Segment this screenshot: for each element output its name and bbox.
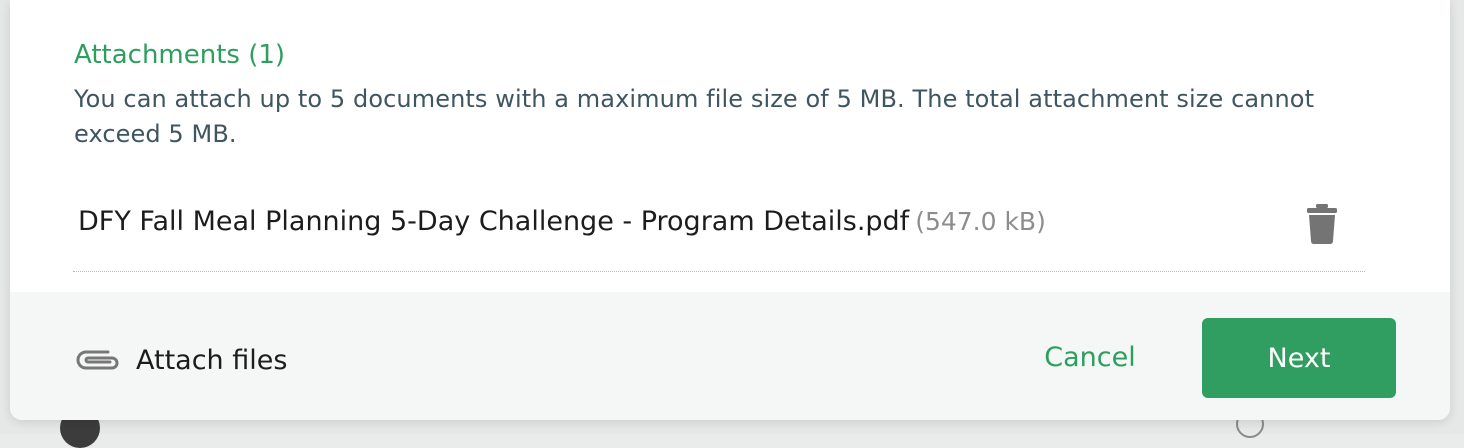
next-button[interactable]: Next: [1202, 318, 1396, 398]
trash-icon-graphic: [1307, 204, 1337, 244]
attach-files-label: Attach files: [136, 344, 288, 376]
attachment-file-size: (547.0 kB): [915, 207, 1046, 236]
cancel-button[interactable]: Cancel: [1020, 332, 1160, 384]
attach-files-button[interactable]: Attach files: [74, 342, 287, 378]
attachment-file: DFY Fall Meal Planning 5-Day Challenge -…: [78, 206, 1046, 237]
dialog-content: Attachments (1) You can attach up to 5 d…: [10, 0, 1450, 292]
attachment-file-name: DFY Fall Meal Planning 5-Day Challenge -…: [78, 206, 910, 237]
attachments-description: You can attach up to 5 documents with a …: [74, 85, 1315, 148]
attachment-row: DFY Fall Meal Planning 5-Day Challenge -…: [73, 190, 1365, 272]
dialog-footer: Attach files Cancel Next: [10, 292, 1450, 420]
paperclip-icon: [74, 346, 122, 374]
trash-icon[interactable]: [1305, 204, 1339, 244]
attachments-title: Attachments (1): [74, 40, 286, 70]
attachments-dialog: Attachments (1) You can attach up to 5 d…: [10, 0, 1450, 420]
